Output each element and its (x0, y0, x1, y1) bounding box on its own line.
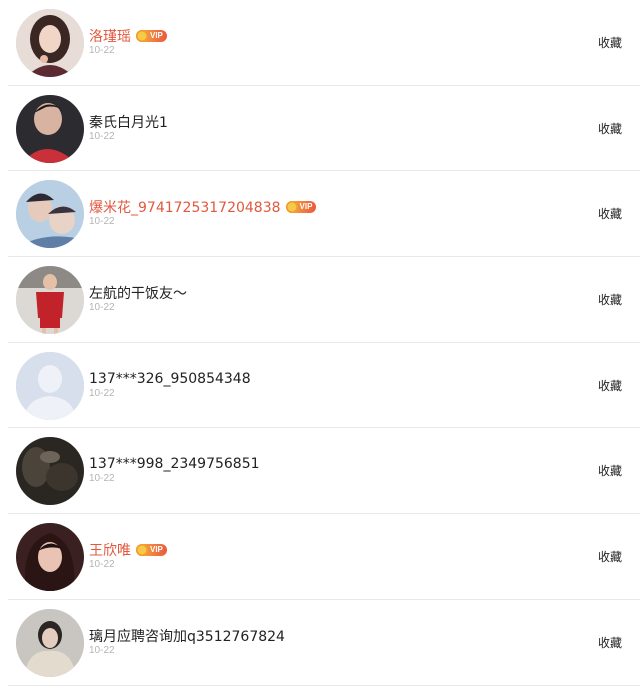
list-item[interactable]: 璃月应聘咨询加q3512767824 10-22 收藏 (0, 600, 640, 686)
avatar[interactable] (16, 608, 84, 677)
vip-badge: VIP (285, 201, 317, 214)
avatar[interactable] (16, 437, 84, 506)
user-name[interactable]: 王欣唯 (89, 540, 131, 560)
avatar-photo-icon (16, 94, 84, 163)
collect-button[interactable]: 收藏 (598, 205, 622, 222)
collect-button[interactable]: 收藏 (598, 462, 622, 479)
avatar[interactable] (16, 94, 84, 163)
list-item[interactable]: 洛瑾瑶 VIP 10-22 收藏 (0, 0, 640, 86)
name-line: 璃月应聘咨询加q3512767824 (89, 626, 285, 646)
user-name[interactable]: 左航的干饭友～ (89, 283, 187, 303)
user-name[interactable]: 137***998_2349756851 (89, 456, 260, 472)
collect-button[interactable]: 收藏 (598, 291, 622, 308)
avatar[interactable] (16, 523, 84, 592)
date-label: 10-22 (89, 302, 115, 314)
vip-label: VIP (299, 202, 313, 212)
list-item[interactable]: 左航的干饭友～ 10-22 收藏 (0, 257, 640, 343)
user-name[interactable]: 137***326_950854348 (89, 371, 251, 387)
date-label: 10-22 (89, 559, 115, 571)
name-line: 秦氏白月光1 (89, 112, 168, 132)
user-name[interactable]: 爆米花_9741725317204838 (89, 197, 281, 217)
avatar-photo-icon (16, 523, 84, 592)
default-avatar-icon (16, 351, 84, 420)
collect-button[interactable]: 收藏 (598, 120, 622, 137)
date-label: 10-22 (89, 387, 115, 399)
vip-coin-icon (285, 201, 298, 214)
user-name[interactable]: 璃月应聘咨询加q3512767824 (89, 626, 285, 646)
vip-label: VIP (150, 545, 163, 555)
name-line: 王欣唯 VIP (89, 540, 167, 560)
name-line: 洛瑾瑶 VIP (89, 26, 167, 46)
vip-badge: VIP (136, 544, 167, 557)
vip-badge: VIP (136, 30, 167, 42)
name-line: 爆米花_9741725317204838 VIP (89, 197, 317, 217)
list-item[interactable]: 爆米花_9741725317204838 VIP 10-22 收藏 (0, 171, 640, 257)
list-item[interactable]: 王欣唯 VIP 10-22 收藏 (0, 514, 640, 600)
list-item[interactable]: 137***998_2349756851 10-22 收藏 (0, 428, 640, 514)
avatar-photo-icon (16, 9, 84, 77)
name-line: 137***998_2349756851 (89, 454, 260, 474)
avatar-photo-icon (16, 266, 84, 335)
vip-coin-icon (136, 30, 148, 42)
name-line: 左航的干饭友～ (89, 283, 187, 303)
date-label: 10-22 (89, 216, 115, 228)
collect-button[interactable]: 收藏 (598, 548, 622, 565)
avatar-photo-icon (16, 608, 84, 677)
name-line: 137***326_950854348 (89, 369, 251, 389)
date-label: 10-22 (89, 473, 115, 485)
user-name[interactable]: 洛瑾瑶 (89, 26, 131, 46)
avatar[interactable] (16, 266, 84, 335)
avatar[interactable] (16, 180, 84, 249)
avatar-photo-icon (16, 437, 84, 506)
list-item[interactable]: 137***326_950854348 10-22 收藏 (0, 343, 640, 429)
user-name[interactable]: 秦氏白月光1 (89, 112, 168, 132)
follow-list: 洛瑾瑶 VIP 10-22 收藏 秦氏白月光1 10-22 收藏 爆米花_974… (0, 0, 640, 686)
date-label: 10-22 (89, 130, 115, 142)
date-label: 10-22 (89, 45, 115, 56)
avatar[interactable] (16, 351, 84, 420)
list-item[interactable]: 秦氏白月光1 10-22 收藏 (0, 86, 640, 172)
avatar[interactable] (16, 9, 84, 77)
vip-coin-icon (136, 544, 148, 557)
vip-label: VIP (150, 31, 163, 40)
collect-button[interactable]: 收藏 (598, 34, 622, 51)
collect-button[interactable]: 收藏 (598, 634, 622, 651)
avatar-photo-icon (16, 180, 84, 249)
date-label: 10-22 (89, 644, 115, 656)
collect-button[interactable]: 收藏 (598, 377, 622, 394)
